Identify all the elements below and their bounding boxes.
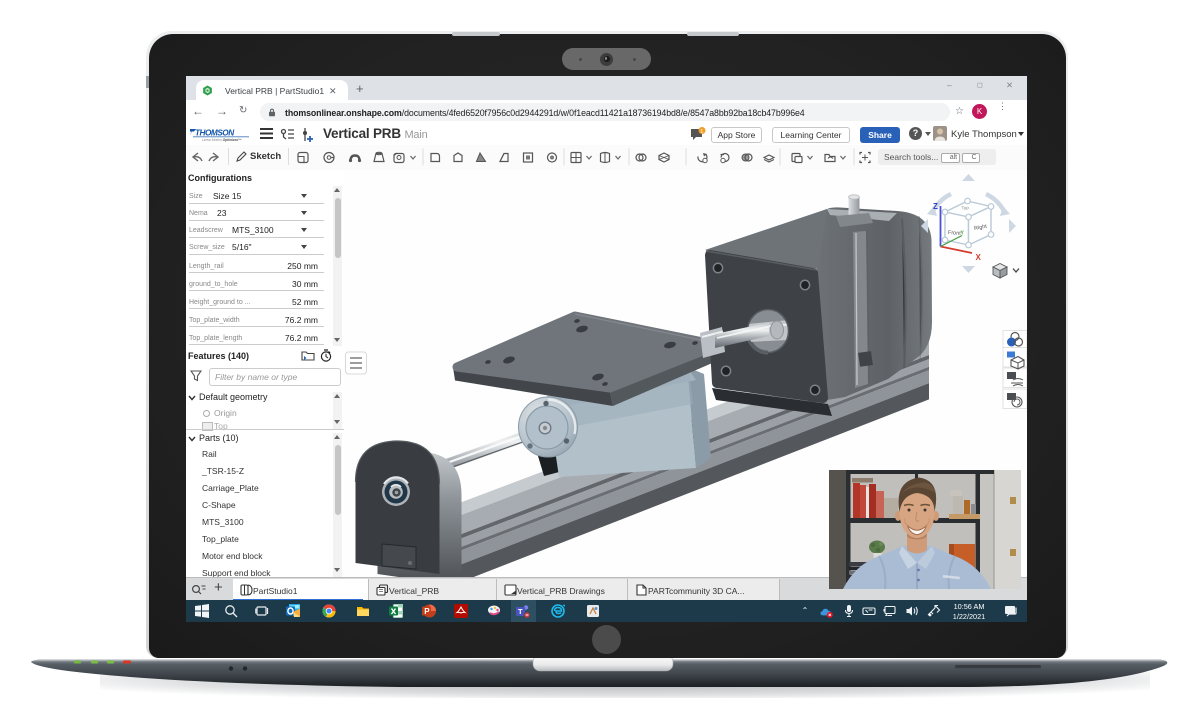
svg-text:Linear Motion Optimized™: Linear Motion Optimized™ xyxy=(202,138,242,142)
svg-text:T: T xyxy=(518,607,523,616)
svg-text:1: 1 xyxy=(700,129,703,135)
svg-text:Top: Top xyxy=(961,205,969,211)
svg-text:X: X xyxy=(976,253,982,262)
svg-text:Front: Front xyxy=(948,230,962,237)
svg-text:Z: Z xyxy=(933,202,938,211)
svg-text:THOMSON: THOMSON xyxy=(195,129,235,138)
svg-text:P: P xyxy=(424,607,430,616)
